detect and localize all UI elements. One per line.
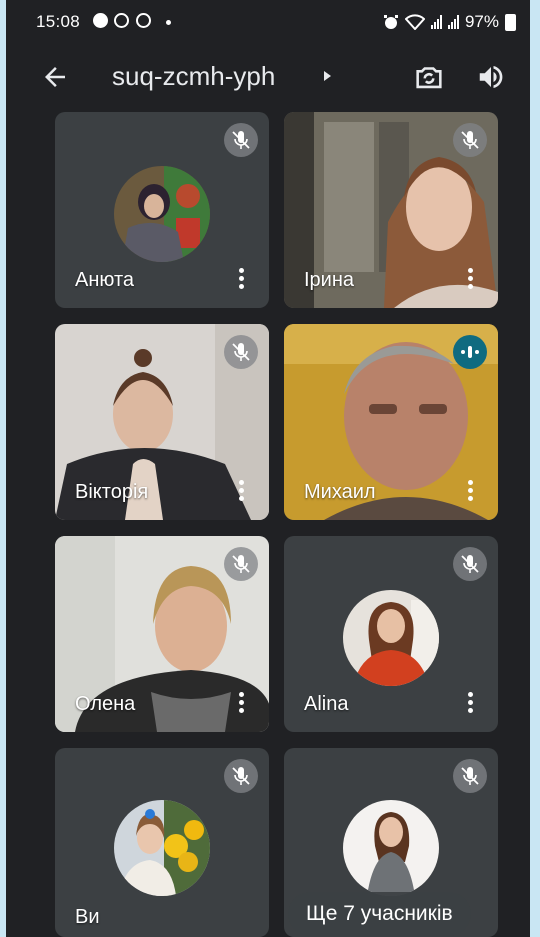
- call-header: suq-zcmh-yph: [6, 52, 530, 104]
- participant-name: Михаил: [304, 481, 376, 503]
- arrow-left-icon[interactable]: [40, 62, 70, 92]
- signal-icon: [430, 15, 442, 29]
- participant-tile[interactable]: Ви: [55, 748, 269, 937]
- participant-name: Вікторія: [75, 481, 149, 503]
- avatar: [114, 800, 210, 896]
- camera-switch-icon[interactable]: [412, 60, 446, 94]
- status-time: 15:08: [36, 12, 81, 31]
- participant-name: Alina: [304, 693, 349, 715]
- participant-name: Олена: [75, 693, 136, 715]
- speaker-icon[interactable]: [476, 62, 506, 92]
- more-vert-icon[interactable]: [239, 268, 245, 290]
- participant-tile[interactable]: Alina: [284, 536, 498, 732]
- mic-off-icon: [224, 123, 258, 157]
- participant-tile[interactable]: Олена: [55, 536, 269, 732]
- participant-name: Ірина: [304, 269, 355, 291]
- viber-icon: [114, 13, 129, 28]
- more-participants-button[interactable]: Ще 7 учасників: [288, 892, 471, 936]
- notification-icon: [93, 13, 108, 28]
- mic-off-icon: [224, 335, 258, 369]
- alarm-icon: [383, 15, 398, 29]
- viber-icon: [136, 13, 151, 28]
- avatar: [114, 166, 210, 262]
- caret-right-icon[interactable]: [324, 71, 331, 81]
- avatar: [343, 590, 439, 686]
- more-vert-icon[interactable]: [468, 480, 474, 502]
- status-bar: 15:08 97%: [6, 0, 530, 44]
- more-vert-icon[interactable]: [468, 692, 474, 714]
- mic-off-icon: [453, 123, 487, 157]
- mic-off-icon: [453, 759, 487, 793]
- battery-level: 97%: [464, 12, 499, 31]
- wifi-icon: [404, 14, 425, 30]
- participant-tile[interactable]: Михаил: [284, 324, 498, 520]
- more-vert-icon[interactable]: [239, 692, 245, 714]
- more-notifications-icon: [166, 20, 171, 25]
- avatar: [343, 800, 439, 896]
- audio-level-icon: [453, 335, 487, 369]
- mic-off-icon: [453, 547, 487, 581]
- battery-icon: [505, 13, 516, 31]
- meeting-code-title[interactable]: suq-zcmh-yph: [112, 61, 275, 92]
- mic-off-icon: [224, 547, 258, 581]
- participant-tile[interactable]: Вікторія: [55, 324, 269, 520]
- mic-off-icon: [224, 759, 258, 793]
- participant-tile[interactable]: Анюта: [55, 112, 269, 308]
- meet-call-screen: 15:08 97% suq-zcmh-yph Анюта Ірина Вікто…: [6, 0, 530, 937]
- signal-icon: [447, 15, 459, 29]
- participant-tile[interactable]: Ірина: [284, 112, 498, 308]
- more-vert-icon[interactable]: [239, 480, 245, 502]
- participant-name: Анюта: [75, 269, 135, 291]
- participant-name: Ви: [75, 906, 100, 928]
- more-vert-icon[interactable]: [468, 268, 474, 290]
